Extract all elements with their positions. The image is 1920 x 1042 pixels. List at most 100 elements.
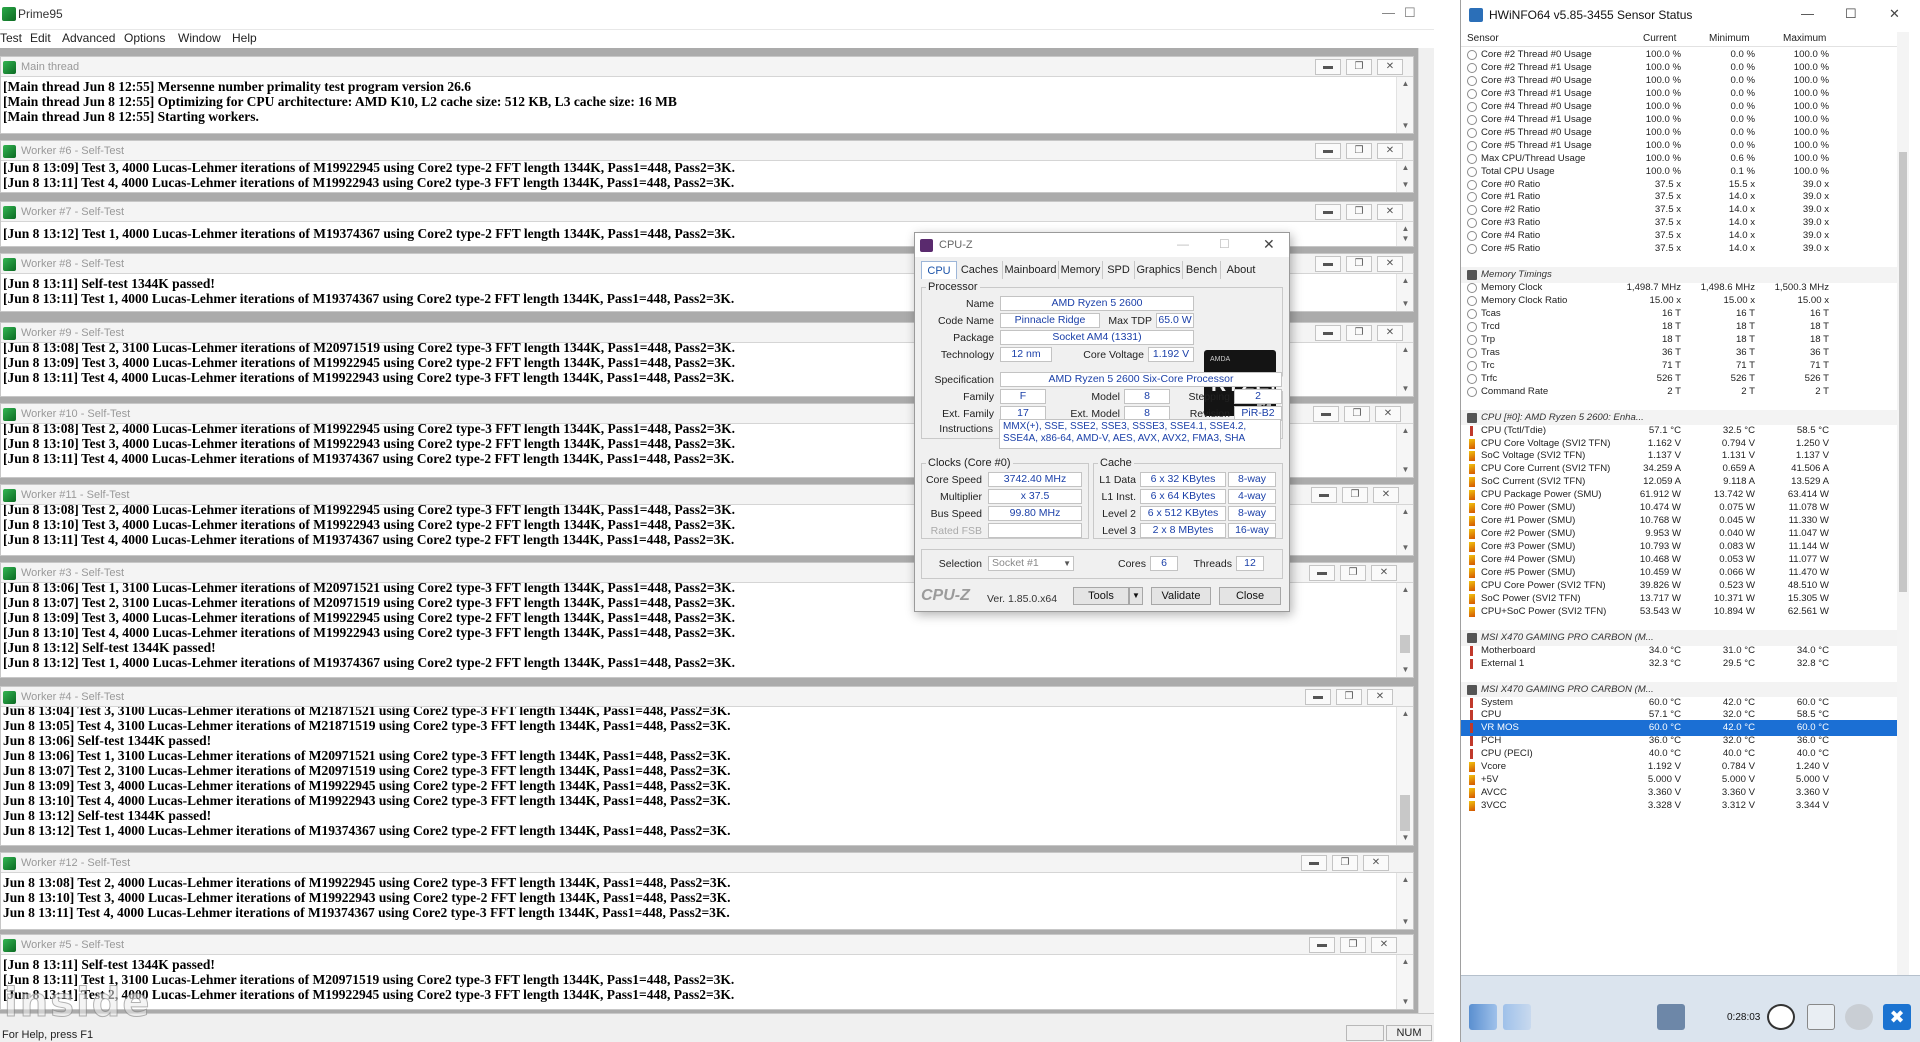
close-sensors-icon[interactable]: ✖ (1883, 1004, 1911, 1030)
tab-spd[interactable]: SPD (1103, 261, 1135, 279)
clock-icon[interactable] (1767, 1004, 1795, 1030)
mdi-scrollbar[interactable] (1418, 48, 1434, 1013)
prime95-titlebar[interactable]: Prime95 — ☐ (0, 0, 1434, 30)
scrollbar[interactable]: ▲ ▼ (1396, 873, 1413, 929)
validate-button[interactable]: Validate (1151, 587, 1211, 605)
scroll-up-icon[interactable]: ▲ (1397, 707, 1413, 721)
scroll-up-icon[interactable]: ▲ (1397, 955, 1413, 969)
minimize-icon[interactable]: — (1177, 237, 1189, 251)
minimize-icon[interactable]: ▬ (1315, 325, 1341, 341)
close-icon[interactable]: ✕ (1377, 59, 1403, 75)
close-icon[interactable]: ✕ (1889, 6, 1900, 22)
restore-icon[interactable]: ❐ (1344, 406, 1370, 422)
close-icon[interactable]: ✕ (1375, 406, 1401, 422)
close-icon[interactable]: ✕ (1371, 937, 1397, 953)
worker-window[interactable]: Worker #6 - Self-Test ▬ ❐ ✕ [Jun 8 13:09] T… (0, 140, 1414, 193)
restore-icon[interactable]: ❐ (1346, 204, 1372, 220)
worker-window[interactable]: Worker #12 - Self-Test ▬ ❐ ✕ Jun 8 13:08] T… (0, 852, 1414, 930)
scroll-down-icon[interactable]: ▼ (1397, 915, 1413, 929)
tab-about[interactable]: About (1221, 261, 1261, 279)
minimize-icon[interactable]: — (1801, 6, 1814, 21)
restore-icon[interactable]: ❐ (1342, 487, 1368, 503)
restore-icon[interactable]: ❐ (1346, 325, 1372, 341)
close-icon[interactable]: ✕ (1367, 689, 1393, 705)
scroll-thumb[interactable] (1400, 795, 1410, 831)
hwinfo-titlebar[interactable]: HWiNFO64 v5.85-3455 Sensor Status — ☐ ✕ (1461, 0, 1920, 30)
header-minimum[interactable]: Minimum (1709, 33, 1750, 44)
close-icon[interactable]: ✕ (1263, 236, 1275, 253)
close-icon[interactable]: ✕ (1373, 487, 1399, 503)
scroll-down-icon[interactable]: ▼ (1397, 995, 1413, 1009)
restore-icon[interactable]: ❐ (1336, 689, 1362, 705)
cpuz-titlebar[interactable]: CPU-Z — ☐ ✕ (915, 233, 1289, 257)
minimize-icon[interactable]: ▬ (1309, 565, 1335, 581)
scroll-thumb[interactable] (1400, 635, 1410, 653)
close-icon[interactable]: ✕ (1377, 325, 1403, 341)
menu-help[interactable]: Help (232, 31, 257, 45)
restore-icon[interactable]: ❐ (1340, 565, 1366, 581)
scroll-down-icon[interactable]: ▼ (1397, 382, 1413, 396)
tab-cpu[interactable]: CPU (921, 261, 957, 279)
worker-window[interactable]: Worker #5 - Self-Test ▬ ❐ ✕ [Jun 8 13:11] S… (0, 934, 1414, 1010)
settings-icon[interactable] (1845, 1004, 1873, 1030)
restore-icon[interactable]: ❐ (1340, 937, 1366, 953)
tab-mainboard[interactable]: Mainboard (1003, 261, 1059, 279)
maximize-icon[interactable]: ☐ (1404, 5, 1416, 21)
menu-window[interactable]: Window (178, 31, 221, 45)
minimize-icon[interactable]: — (1382, 5, 1395, 20)
minimize-icon[interactable]: ▬ (1305, 689, 1331, 705)
sensor-scrollbar[interactable] (1897, 32, 1909, 975)
close-icon[interactable]: ✕ (1377, 204, 1403, 220)
scroll-up-icon[interactable]: ▲ (1397, 77, 1413, 91)
collapse-arrows-icon[interactable] (1503, 1004, 1531, 1030)
tab-memory[interactable]: Memory (1059, 261, 1103, 279)
scrollbar[interactable]: ▲ ▼ (1396, 505, 1413, 555)
scrollbar[interactable]: ▲ ▼ (1396, 955, 1413, 1009)
scrollbar[interactable]: ▲ ▼ (1396, 161, 1413, 192)
minimize-icon[interactable]: ▬ (1313, 406, 1339, 422)
close-icon[interactable]: ✕ (1363, 855, 1389, 871)
scroll-up-icon[interactable]: ▲ (1397, 343, 1413, 357)
scrollbar[interactable]: ▲ ▼ (1396, 77, 1413, 133)
expand-arrows-icon[interactable] (1469, 1004, 1497, 1030)
scroll-down-icon[interactable]: ▼ (1397, 463, 1413, 477)
header-maximum[interactable]: Maximum (1783, 33, 1826, 44)
scroll-down-icon[interactable]: ▼ (1397, 119, 1413, 133)
sensor-row[interactable]: 3VCC 3.328 V 3.312 V 3.344 V (1461, 798, 1909, 814)
tools-button[interactable]: Tools (1073, 587, 1129, 605)
minimize-icon[interactable]: ▬ (1315, 143, 1341, 159)
minimize-icon[interactable]: ▬ (1315, 59, 1341, 75)
minimize-icon[interactable]: ▬ (1309, 937, 1335, 953)
scroll-up-icon[interactable]: ▲ (1397, 424, 1413, 438)
scrollbar[interactable]: ▲ ▼ (1396, 343, 1413, 396)
tab-caches[interactable]: Caches (957, 261, 1003, 279)
minimize-icon[interactable]: ▬ (1301, 855, 1327, 871)
scroll-down-icon[interactable]: ▼ (1397, 232, 1413, 246)
minimize-icon[interactable]: ▬ (1311, 487, 1337, 503)
close-icon[interactable]: ✕ (1377, 143, 1403, 159)
tools-dropdown-icon[interactable]: ▼ (1129, 587, 1143, 605)
scroll-up-icon[interactable]: ▲ (1397, 873, 1413, 887)
menu-test[interactable]: Test (0, 31, 22, 45)
network-icon[interactable] (1657, 1004, 1685, 1030)
minimize-icon[interactable]: ▬ (1315, 256, 1341, 272)
scrollbar[interactable]: ▲ ▼ (1396, 424, 1413, 477)
menu-edit[interactable]: Edit (30, 31, 51, 45)
scroll-down-icon[interactable]: ▼ (1397, 663, 1413, 677)
scroll-thumb[interactable] (1899, 152, 1907, 592)
minimize-icon[interactable]: ▬ (1315, 204, 1341, 220)
header-current[interactable]: Current (1643, 33, 1676, 44)
restore-icon[interactable]: ❐ (1346, 59, 1372, 75)
scroll-down-icon[interactable]: ▼ (1397, 541, 1413, 555)
scroll-up-icon[interactable]: ▲ (1397, 583, 1413, 597)
scroll-up-icon[interactable]: ▲ (1397, 274, 1413, 288)
close-icon[interactable]: ✕ (1371, 565, 1397, 581)
restore-icon[interactable]: ❐ (1332, 855, 1358, 871)
scrollbar[interactable]: ▲ ▼ (1396, 222, 1413, 246)
menu-options[interactable]: Options (124, 31, 165, 45)
restore-icon[interactable]: ❐ (1346, 143, 1372, 159)
worker-window[interactable]: Worker #4 - Self-Test ▬ ❐ ✕ Jun 8 13:04] Te… (0, 686, 1414, 846)
scroll-down-icon[interactable]: ▼ (1397, 297, 1413, 311)
scroll-down-icon[interactable]: ▼ (1397, 831, 1413, 845)
scrollbar[interactable]: ▲ ▼ (1396, 583, 1413, 677)
